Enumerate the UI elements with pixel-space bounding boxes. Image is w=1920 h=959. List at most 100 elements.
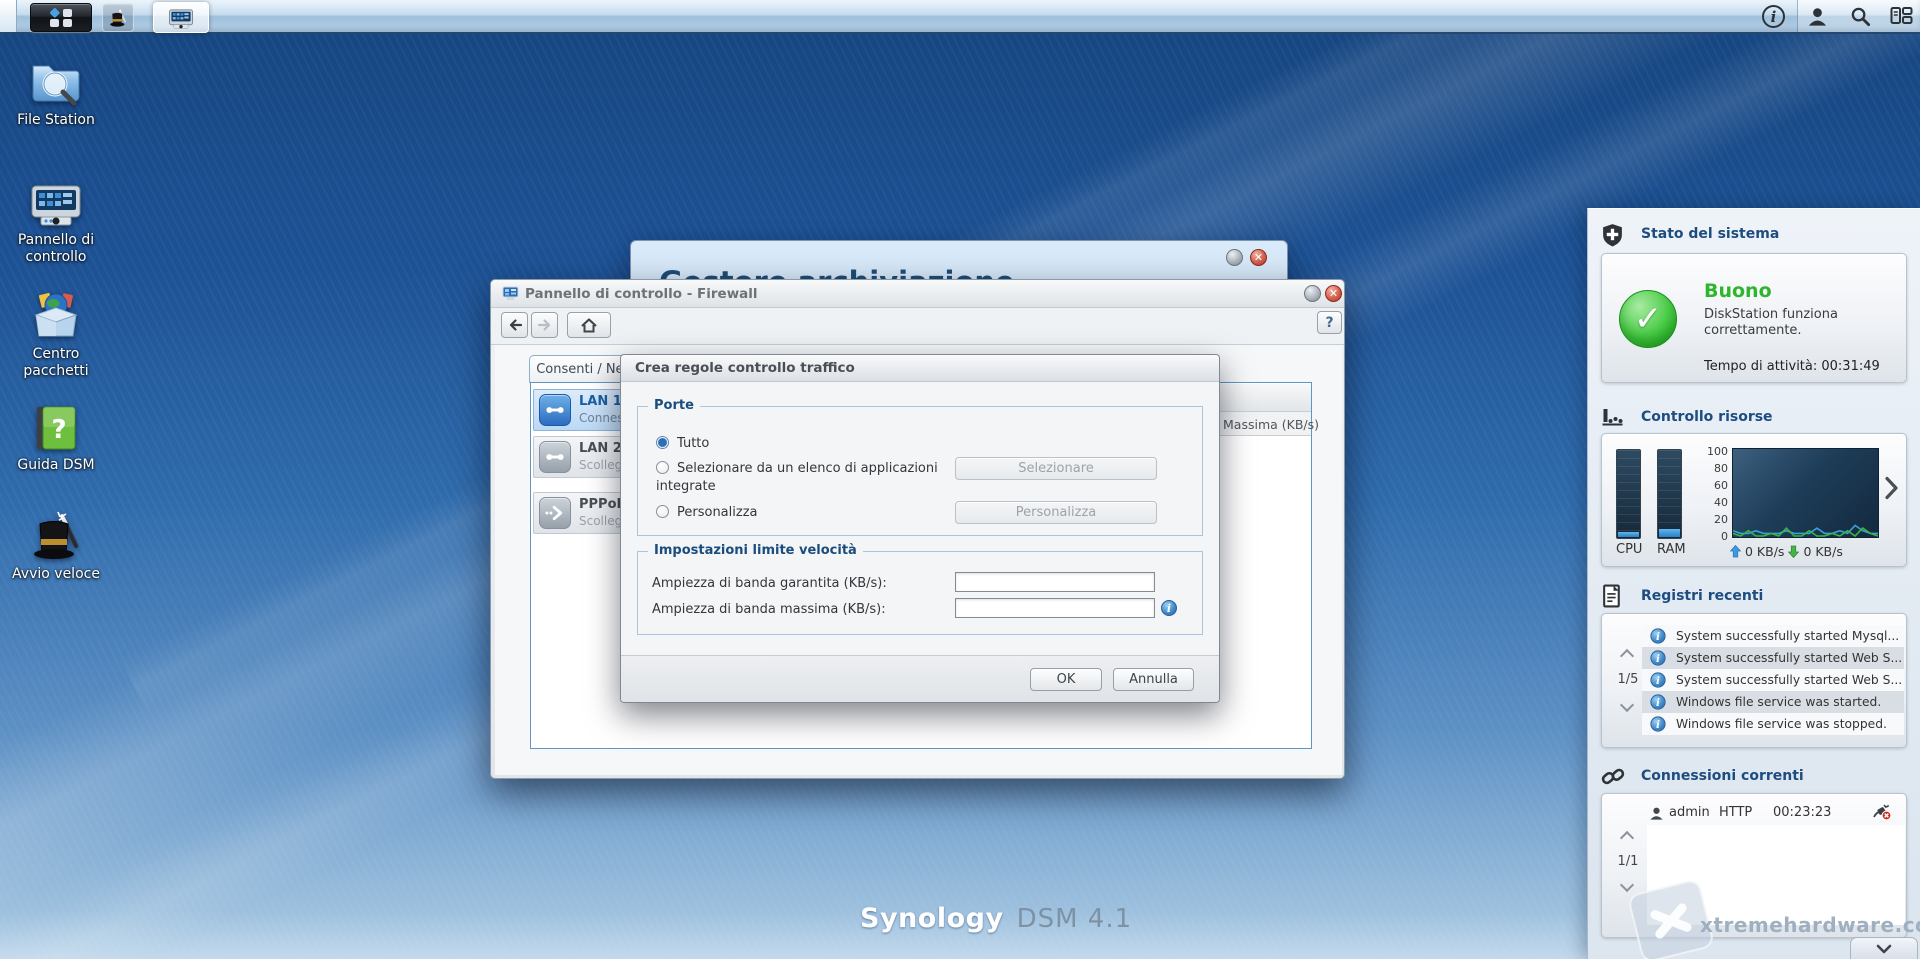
desktop-icon-file-station[interactable]: File Station xyxy=(6,54,106,129)
connections-page-down[interactable] xyxy=(1621,880,1633,892)
desktop-icon-label: Pannello di controllo xyxy=(17,232,95,265)
radio-all[interactable] xyxy=(656,436,669,449)
max-bandwidth-label: Ampiezza di banda massima (KB/s): xyxy=(652,602,886,617)
logs-pager: 1/5 xyxy=(1617,672,1639,687)
close-button[interactable]: ✕ xyxy=(1250,249,1267,266)
cpu-label: CPU xyxy=(1616,542,1643,557)
customize-ports-button[interactable]: Personalizza xyxy=(955,501,1157,524)
logs-page-down[interactable] xyxy=(1621,700,1633,712)
svg-text:?: ? xyxy=(51,415,66,445)
upload-rate: 0 KB/s xyxy=(1745,544,1785,559)
sidebar-collapse-tab[interactable] xyxy=(1850,937,1918,959)
info-taskbar-icon[interactable]: i xyxy=(1762,5,1785,28)
resource-monitor-title: Controllo risorse xyxy=(1641,409,1773,425)
max-bandwidth-input[interactable] xyxy=(955,598,1155,618)
log-row: Windows file service was started. xyxy=(1642,691,1904,713)
control-panel-icon xyxy=(31,185,81,226)
dsm-desktop: File Station Pannello di controllo Centr… xyxy=(0,0,1920,959)
chevron-right-icon[interactable] xyxy=(1884,476,1899,500)
connection-row: admin HTTP 00:23:23 xyxy=(1647,804,1905,824)
user-icon[interactable] xyxy=(1807,6,1828,27)
ram-label: RAM xyxy=(1657,542,1686,557)
log-row: System successfully started Web S... xyxy=(1642,647,1904,669)
option-custom-label: Personalizza xyxy=(677,505,758,520)
recent-logs-title: Registri recenti xyxy=(1641,588,1764,604)
ytick: 100 xyxy=(1707,445,1728,458)
firewall-titlebar[interactable]: Pannello di controllo - Firewall ✕ xyxy=(491,280,1344,308)
status-good-icon: ✓ xyxy=(1619,290,1677,348)
guaranteed-bandwidth-input[interactable] xyxy=(955,572,1155,592)
info-icon xyxy=(1650,650,1666,666)
network-chart xyxy=(1732,448,1879,538)
dsm-version: DSM 4.1 xyxy=(1016,904,1133,934)
taskbar-right-segment xyxy=(1797,0,1920,32)
info-icon[interactable] xyxy=(1161,600,1177,616)
pppoe-icon xyxy=(539,497,571,529)
help-button[interactable]: ? xyxy=(1317,311,1342,334)
synology-logo: Synology xyxy=(860,903,1004,934)
status-state: Buono xyxy=(1704,280,1772,302)
quick-launch-taskbar-button[interactable] xyxy=(102,3,134,32)
magician-hat-icon xyxy=(34,511,78,559)
recent-logs-card: 1/5 System successfully started Mysql...… xyxy=(1601,613,1907,748)
search-icon[interactable] xyxy=(1850,6,1871,27)
dialog-footer: OK Annulla xyxy=(621,655,1219,702)
connections-icon xyxy=(1601,768,1625,785)
back-button[interactable] xyxy=(501,312,528,338)
watermark-text: xtremehardware.com xyxy=(1700,913,1920,937)
main-menu-grid-icon xyxy=(50,7,72,27)
taskbar-window-button-control-panel[interactable] xyxy=(153,2,209,33)
guaranteed-bandwidth-label: Ampiezza di banda garantita (KB/s): xyxy=(652,576,887,591)
interface-name: LAN 1 xyxy=(579,394,622,409)
info-icon xyxy=(1650,672,1666,688)
connections-page-up[interactable] xyxy=(1621,830,1633,842)
radio-custom[interactable] xyxy=(656,505,669,518)
user-icon xyxy=(1650,807,1663,820)
ytick: 20 xyxy=(1714,513,1728,526)
option-all-label: Tutto xyxy=(677,436,710,451)
dialog-titlebar[interactable]: Crea regole controllo traffico xyxy=(621,355,1219,382)
firewall-toolbar xyxy=(491,308,1344,345)
show-desktop-button[interactable] xyxy=(0,0,17,32)
desktop-icon-dsm-help[interactable]: ? Guida DSM xyxy=(6,403,106,474)
home-button[interactable] xyxy=(567,312,611,338)
option-apps-row: Selezionare da un elenco di applicazioni… xyxy=(656,460,976,496)
shield-icon xyxy=(1603,224,1622,247)
system-status-card: ✓ Buono DiskStation funziona correttamen… xyxy=(1601,253,1907,383)
cancel-button[interactable]: Annulla xyxy=(1113,668,1194,691)
pilot-view-icon[interactable] xyxy=(1890,6,1913,25)
interface-name: LAN 2 xyxy=(579,441,622,456)
logs-page-up[interactable] xyxy=(1621,648,1633,660)
minimize-button[interactable] xyxy=(1304,285,1321,302)
status-description: DiskStation funziona correttamente. xyxy=(1704,307,1838,338)
control-panel-mini-icon xyxy=(502,286,519,300)
main-menu-button[interactable] xyxy=(30,3,92,32)
ytick: 40 xyxy=(1714,496,1728,509)
select-apps-button[interactable]: Selezionare xyxy=(955,457,1157,480)
forward-button[interactable] xyxy=(531,312,558,338)
widget-sidebar: Stato del sistema ✓ Buono DiskStation fu… xyxy=(1587,208,1920,959)
ports-fieldset: Porte Tutto Selezionare da un elenco di … xyxy=(637,398,1203,536)
network-throughput: 0 KB/s 0 KB/s xyxy=(1730,544,1843,559)
desktop-icon-label: Avvio veloce xyxy=(12,566,100,582)
close-button[interactable]: ✕ xyxy=(1325,285,1342,302)
ok-button[interactable]: OK xyxy=(1030,668,1102,691)
column-header-massima[interactable]: Massima (KB/s) xyxy=(1217,412,1319,436)
firewall-window-title: Pannello di controllo - Firewall xyxy=(525,286,758,302)
ytick: 0 xyxy=(1721,530,1728,543)
arrow-left-icon xyxy=(509,319,522,331)
minimize-button[interactable] xyxy=(1226,249,1243,266)
package-center-icon xyxy=(34,292,78,337)
option-custom-row: Personalizza xyxy=(656,504,758,522)
branding: Synology DSM 4.1 xyxy=(860,903,1132,934)
desktop-icon-quick-launch[interactable]: Avvio veloce xyxy=(6,510,106,583)
desktop-icon-label: Centro pacchetti xyxy=(23,346,89,379)
dialog-create-traffic-rule[interactable]: Crea regole controllo traffico Porte Tut… xyxy=(620,354,1220,703)
info-icon xyxy=(1650,628,1666,644)
log-row: System successfully started Web S... xyxy=(1642,669,1904,691)
system-status-title: Stato del sistema xyxy=(1641,226,1780,242)
radio-apps[interactable] xyxy=(656,461,669,474)
desktop-icon-package-center[interactable]: Centro pacchetti xyxy=(6,290,106,380)
kill-connection-icon[interactable] xyxy=(1872,804,1892,821)
desktop-icon-control-panel[interactable]: Pannello di controllo xyxy=(6,178,106,266)
